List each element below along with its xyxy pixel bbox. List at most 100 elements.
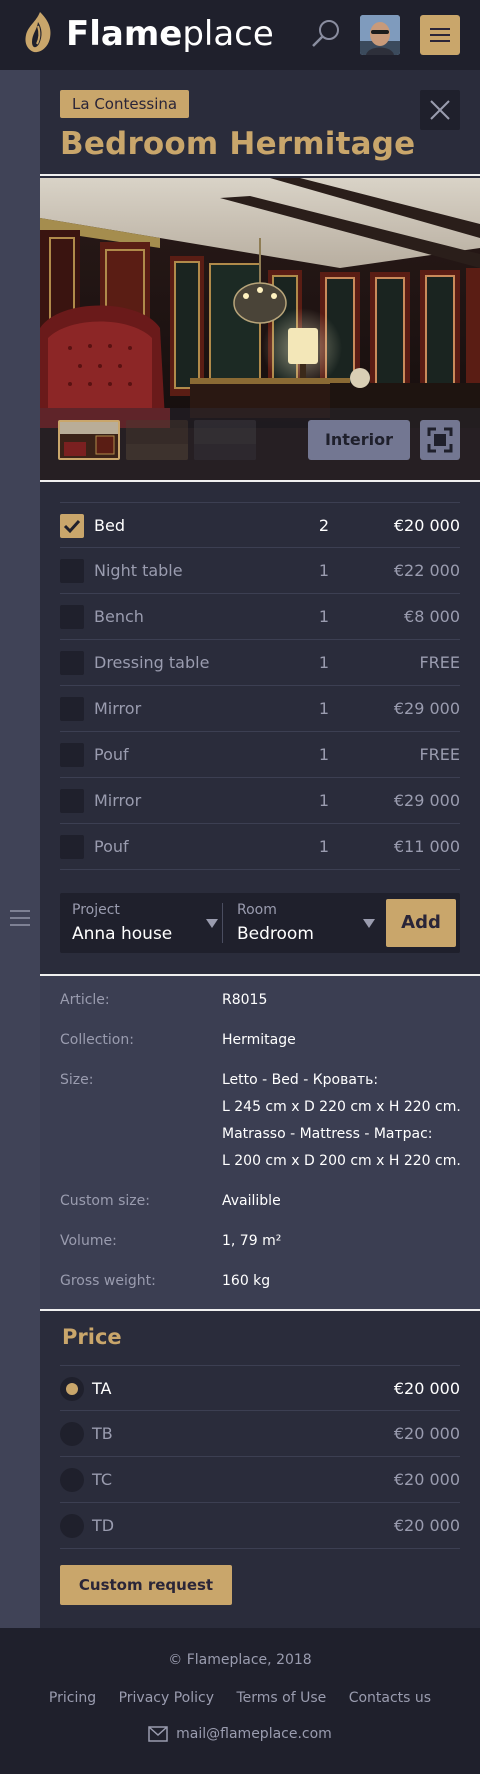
spec-value: L 200 cm x D 200 cm x H 220 cm. bbox=[222, 1153, 461, 1169]
item-name: Bed bbox=[94, 516, 125, 535]
item-qty: 1 bbox=[318, 561, 330, 580]
gallery-thumbnail-1[interactable] bbox=[58, 420, 120, 460]
price-option[interactable]: TB €20 000 bbox=[60, 1411, 460, 1457]
page-title: Bedroom Hermitage bbox=[60, 126, 416, 162]
list-item[interactable]: Mirror 1 €29 000 bbox=[60, 778, 460, 824]
item-price: €29 000 bbox=[393, 699, 460, 718]
price-value: €20 000 bbox=[393, 1424, 460, 1443]
divider bbox=[40, 480, 480, 482]
room-select[interactable]: Room Bedroom bbox=[237, 893, 379, 953]
item-checkbox[interactable] bbox=[60, 835, 84, 859]
spec-label: Collection: bbox=[60, 1032, 134, 1048]
project-select[interactable]: Project Anna house bbox=[72, 893, 218, 953]
add-button[interactable]: Add bbox=[386, 899, 456, 947]
close-icon bbox=[430, 100, 450, 120]
divider bbox=[40, 1309, 480, 1311]
item-qty: 1 bbox=[318, 837, 330, 856]
item-checkbox[interactable] bbox=[60, 514, 84, 538]
spec-value: Hermitage bbox=[222, 1032, 296, 1048]
spec-value: Availible bbox=[222, 1193, 281, 1209]
item-qty: 1 bbox=[318, 699, 330, 718]
price-radio[interactable] bbox=[60, 1377, 84, 1401]
gallery-thumbnail-3[interactable] bbox=[194, 420, 256, 460]
item-price: €11 000 bbox=[393, 837, 460, 856]
footer-link-terms[interactable]: Terms of Use bbox=[236, 1690, 326, 1706]
item-checkbox[interactable] bbox=[60, 743, 84, 767]
chevron-down-icon bbox=[206, 919, 218, 928]
item-name: Pouf bbox=[94, 837, 129, 856]
price-option[interactable]: TA €20 000 bbox=[60, 1365, 460, 1411]
price-tier: TC bbox=[92, 1470, 113, 1489]
list-item[interactable]: Bed 2 €20 000 bbox=[60, 502, 460, 548]
list-item[interactable]: Dressing table 1 FREE bbox=[60, 640, 460, 686]
mail-icon bbox=[148, 1726, 168, 1742]
room-label: Room bbox=[237, 902, 277, 918]
list-item[interactable]: Mirror 1 €29 000 bbox=[60, 686, 460, 732]
divider bbox=[222, 903, 223, 943]
list-item[interactable]: Bench 1 €8 000 bbox=[60, 594, 460, 640]
footer-link-pricing[interactable]: Pricing bbox=[49, 1690, 96, 1706]
spec-value: R8015 bbox=[222, 992, 268, 1008]
price-option[interactable]: TC €20 000 bbox=[60, 1457, 460, 1503]
list-item[interactable]: Pouf 1 €11 000 bbox=[60, 824, 460, 870]
spec-value: Matrasso - Mattress - Матрас: bbox=[222, 1126, 433, 1142]
price-option[interactable]: TD €20 000 bbox=[60, 1503, 460, 1549]
item-qty: 1 bbox=[318, 791, 330, 810]
spec-label: Gross weight: bbox=[60, 1273, 156, 1289]
product-items-list: Bed 2 €20 000 Night table 1 €22 000 Benc… bbox=[60, 502, 460, 870]
close-button[interactable] bbox=[420, 90, 460, 130]
price-radio[interactable] bbox=[60, 1514, 84, 1538]
copyright: © Flameplace, 2018 bbox=[168, 1652, 312, 1668]
spec-label: Article: bbox=[60, 992, 110, 1008]
price-tier: TB bbox=[92, 1424, 113, 1443]
price-value: €20 000 bbox=[393, 1470, 460, 1489]
search-icon[interactable] bbox=[310, 18, 342, 50]
item-checkbox[interactable] bbox=[60, 651, 84, 675]
project-value: Anna house bbox=[72, 924, 173, 944]
footer-email[interactable]: mail@flameplace.com bbox=[0, 1726, 480, 1742]
item-checkbox[interactable] bbox=[60, 559, 84, 583]
product-gallery[interactable]: Interior bbox=[40, 178, 480, 480]
list-item[interactable]: Night table 1 €22 000 bbox=[60, 548, 460, 594]
add-to-project-bar: Project Anna house Room Bedroom Add bbox=[60, 893, 460, 953]
custom-request-button[interactable]: Custom request bbox=[60, 1565, 232, 1605]
brand-name[interactable]: Flameplace bbox=[66, 14, 274, 54]
price-value: €20 000 bbox=[393, 1379, 460, 1398]
user-avatar[interactable] bbox=[360, 15, 400, 55]
spec-label: Size: bbox=[60, 1072, 94, 1088]
product-specs: Article: R8015 Collection: Hermitage Siz… bbox=[40, 976, 480, 1310]
sidebar-toggle-icon[interactable] bbox=[10, 910, 30, 928]
item-qty: 1 bbox=[318, 745, 330, 764]
footer: © Flameplace, 2018 Pricing Privacy Polic… bbox=[0, 1628, 480, 1774]
side-rail bbox=[0, 70, 40, 1628]
item-qty: 1 bbox=[318, 653, 330, 672]
project-label: Project bbox=[72, 902, 120, 918]
price-radio[interactable] bbox=[60, 1468, 84, 1492]
footer-links: Pricing Privacy Policy Terms of Use Cont… bbox=[0, 1690, 480, 1706]
price-options: TA €20 000 TB €20 000 TC €20 000 TD €20 … bbox=[60, 1365, 460, 1549]
footer-link-contacts[interactable]: Contacts us bbox=[349, 1690, 431, 1706]
item-name: Night table bbox=[94, 561, 183, 580]
item-name: Dressing table bbox=[94, 653, 210, 672]
footer-link-privacy[interactable]: Privacy Policy bbox=[119, 1690, 214, 1706]
item-checkbox[interactable] bbox=[60, 605, 84, 629]
spec-value: Letto - Bed - Кровать: bbox=[222, 1072, 379, 1088]
flame-logo-icon[interactable] bbox=[22, 10, 54, 54]
fullscreen-icon bbox=[427, 427, 453, 453]
spec-value: L 245 cm x D 220 cm x H 220 cm. bbox=[222, 1099, 461, 1115]
price-radio[interactable] bbox=[60, 1422, 84, 1446]
menu-button[interactable] bbox=[420, 15, 460, 55]
gallery-thumbnail-2[interactable] bbox=[126, 420, 188, 460]
item-checkbox[interactable] bbox=[60, 697, 84, 721]
item-price: €22 000 bbox=[393, 561, 460, 580]
fullscreen-button[interactable] bbox=[420, 420, 460, 460]
interior-view-button[interactable]: Interior bbox=[308, 420, 410, 460]
collection-badge[interactable]: La Contessina bbox=[60, 90, 190, 118]
spec-value: 160 kg bbox=[222, 1273, 271, 1289]
chevron-down-icon bbox=[363, 919, 375, 928]
item-checkbox[interactable] bbox=[60, 789, 84, 813]
price-section-title: Price bbox=[62, 1325, 122, 1349]
item-name: Bench bbox=[94, 607, 144, 626]
list-item[interactable]: Pouf 1 FREE bbox=[60, 732, 460, 778]
item-price: FREE bbox=[419, 653, 460, 672]
